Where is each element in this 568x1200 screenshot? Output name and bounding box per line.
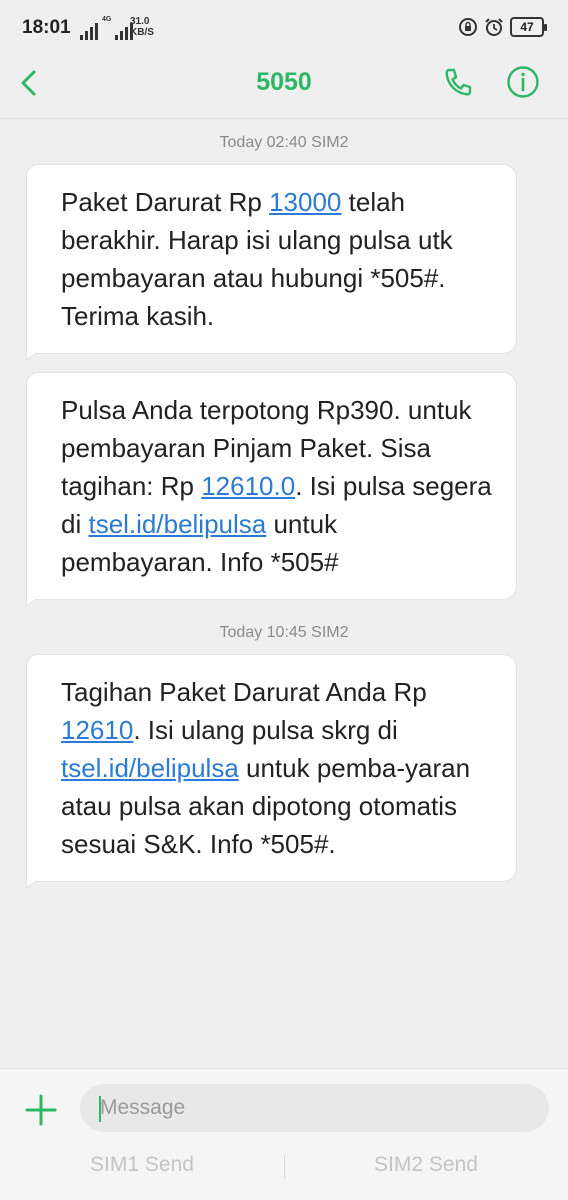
message-text: Paket Darurat Rp xyxy=(61,187,270,217)
battery-icon: 47 xyxy=(510,17,547,37)
text-cursor xyxy=(99,1096,101,1122)
status-right-icons: 47 xyxy=(458,17,547,37)
amount-link[interactable]: 13000 xyxy=(269,187,341,217)
phone-icon[interactable] xyxy=(440,64,476,100)
message-bubble[interactable]: Paket Darurat Rp 13000 telah berakhir. H… xyxy=(26,164,517,361)
alarm-icon xyxy=(485,18,503,36)
url-link[interactable]: tsel.id/belipulsa xyxy=(88,509,266,539)
message-bubble[interactable]: Pulsa Anda terpotong Rp390. untuk pembay… xyxy=(26,372,517,607)
url-link[interactable]: tsel.id/belipulsa xyxy=(61,753,239,783)
signal-group: 4G xyxy=(80,16,134,40)
message-timestamp: Today 10:45 SIM2 xyxy=(219,624,349,641)
composer: SIM1 Send SIM2 Send xyxy=(0,1068,568,1200)
network-speed: 31.0 KB/S xyxy=(130,16,154,38)
speed-value: 31.0 xyxy=(130,16,150,27)
speed-unit: KB/S xyxy=(130,27,154,38)
message-timestamp: Today 02:40 SIM2 xyxy=(219,134,349,151)
amount-link[interactable]: 12610.0 xyxy=(201,471,295,501)
message-input[interactable] xyxy=(80,1084,549,1132)
info-icon[interactable] xyxy=(505,64,541,100)
message-bubble[interactable]: Tagihan Paket Darurat Anda Rp 12610. Isi… xyxy=(26,654,517,889)
send-divider xyxy=(284,1155,285,1179)
lock-rotation-icon xyxy=(459,18,477,36)
network-type: 4G xyxy=(102,16,112,23)
status-bar: 18:01 4G 31.0 KB/S 47 xyxy=(0,0,568,58)
plus-icon[interactable] xyxy=(24,1093,58,1127)
status-time: 18:01 xyxy=(22,17,71,38)
sim2-send-button[interactable]: SIM2 Send xyxy=(326,1153,526,1177)
amount-link[interactable]: 12610 xyxy=(61,715,133,745)
signal-icon xyxy=(80,22,98,40)
message-text: Tagihan Paket Darurat Anda Rp xyxy=(61,677,427,707)
sim1-send-button[interactable]: SIM1 Send xyxy=(42,1153,242,1177)
conversation-header: 5050 xyxy=(0,58,568,118)
contact-title: 5050 xyxy=(256,68,312,96)
header-divider xyxy=(0,118,568,119)
message-text: . Isi ulang pulsa skrg di xyxy=(133,715,398,745)
